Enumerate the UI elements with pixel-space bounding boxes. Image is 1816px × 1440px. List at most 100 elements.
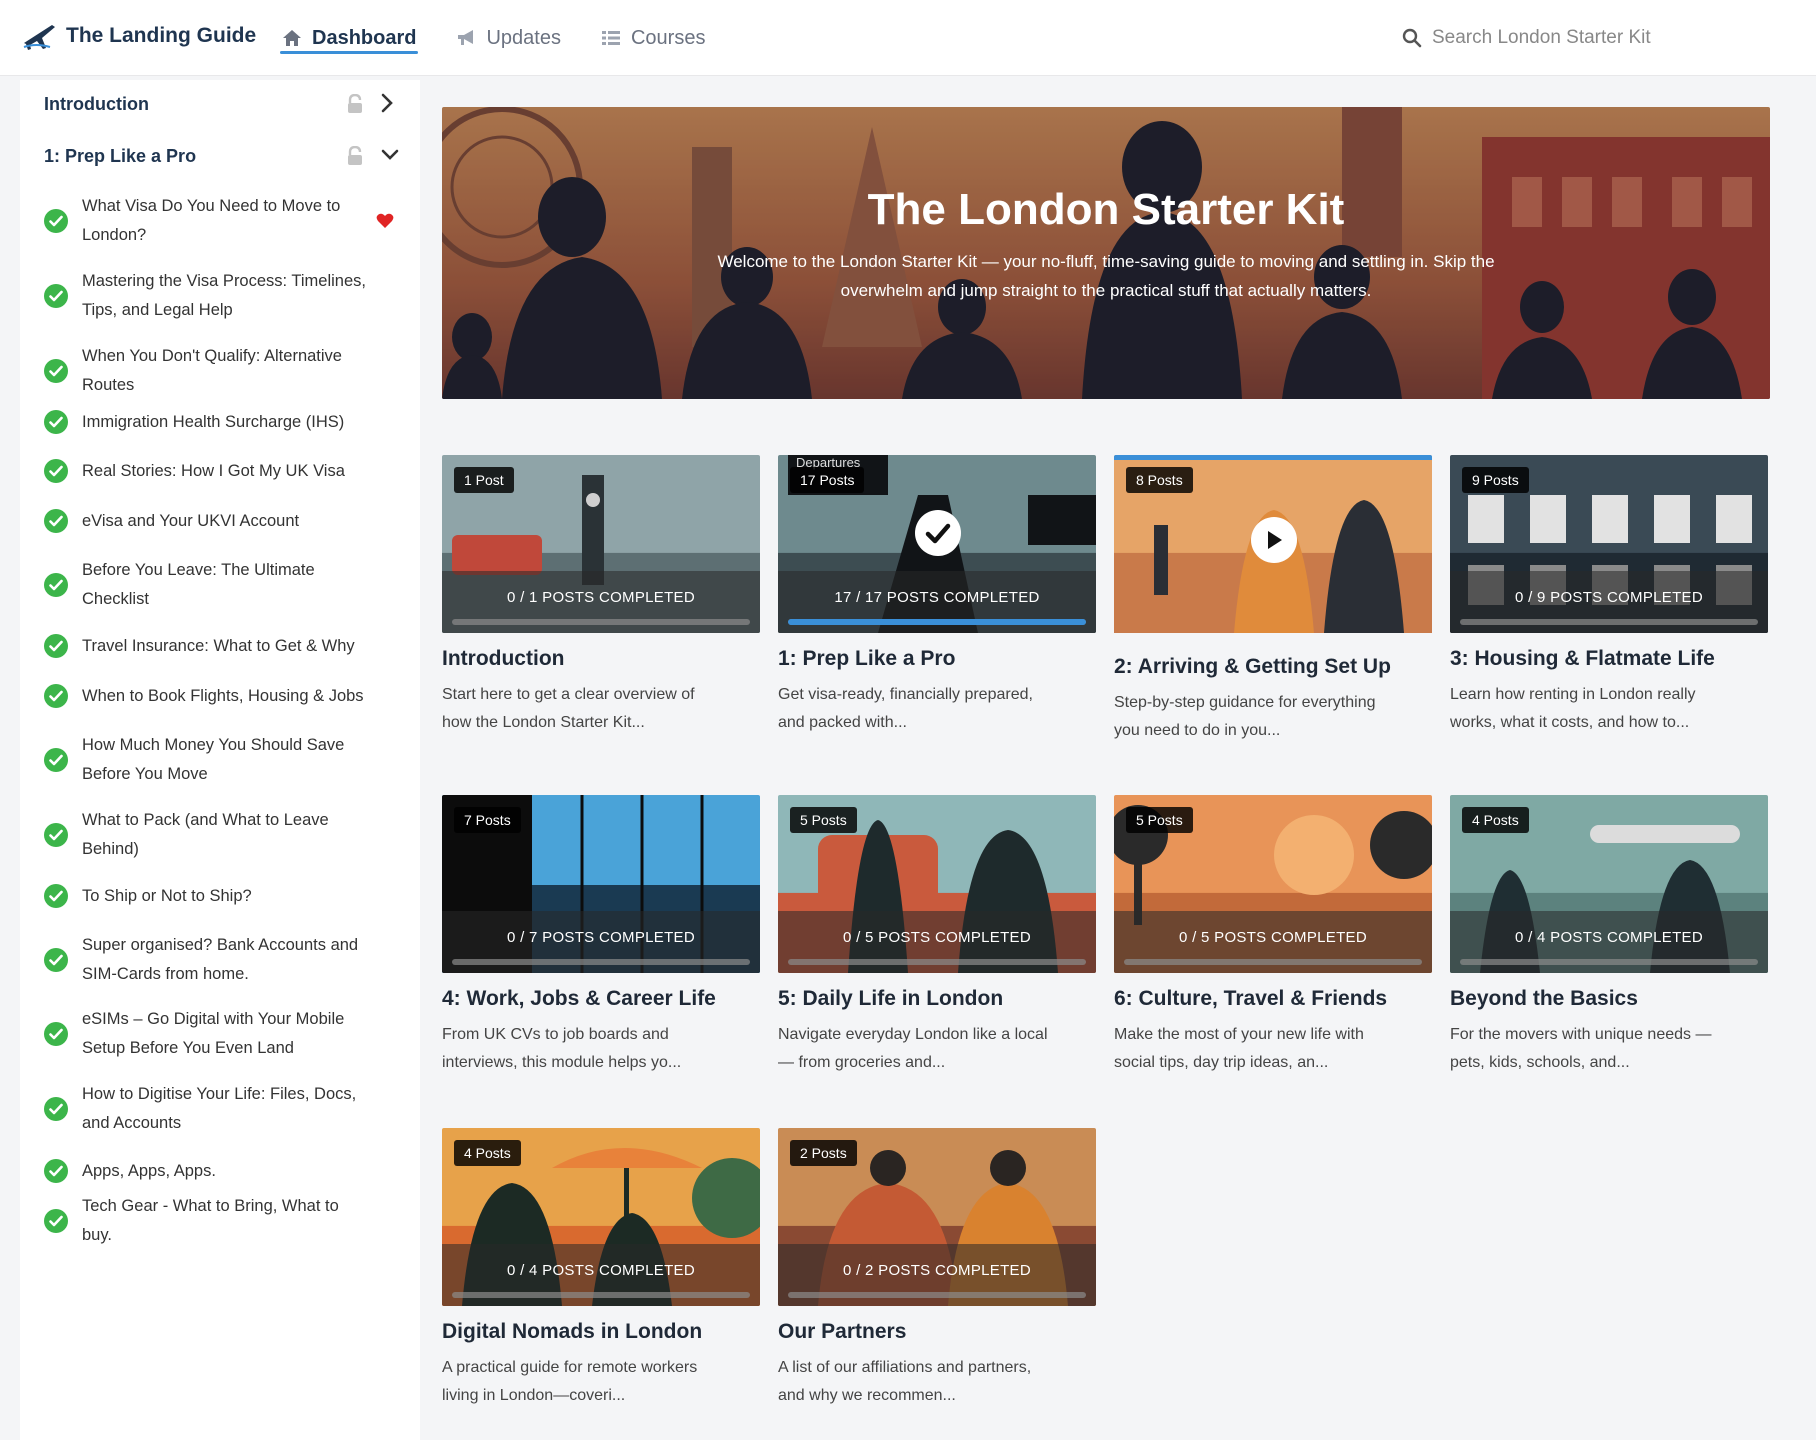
heart-icon[interactable] (376, 213, 394, 229)
course-card[interactable]: 5 Posts 0 / 5 POSTS COMPLETED 6: Culture, … (1114, 795, 1432, 1077)
course-title[interactable]: Introduction (442, 647, 760, 671)
search-input[interactable] (1432, 27, 1752, 49)
course-title[interactable]: Beyond the Basics (1450, 987, 1768, 1011)
check-circle-icon (44, 359, 68, 383)
sidebar-section-prep-like-a-pro[interactable]: 1: Prep Like a Pro (20, 132, 420, 180)
progress-text: 17 / 17 POSTS COMPLETED (834, 589, 1040, 606)
check-circle-icon (44, 634, 68, 658)
course-description: Start here to get a clear overview of ho… (442, 686, 695, 731)
sidebar-lesson-item[interactable]: Super organised? Bank Accounts and SIM-C… (20, 929, 420, 991)
sidebar-lesson-label: How Much Money You Should Save Before Yo… (82, 736, 345, 783)
course-title[interactable]: 2: Arriving & Getting Set Up (1114, 655, 1432, 679)
course-description: Learn how renting in London really works… (1450, 686, 1696, 731)
sidebar-lesson-item[interactable]: What to Pack (and What to Leave Behind) (20, 804, 420, 866)
course-thumbnail[interactable]: 5 Posts 0 / 5 POSTS COMPLETED (778, 795, 1096, 973)
sidebar-lesson-label: To Ship or Not to Ship? (82, 886, 252, 905)
course-title[interactable]: Digital Nomads in London (442, 1320, 760, 1344)
sidebar-section-introduction[interactable]: Introduction (20, 80, 420, 128)
course-card[interactable]: 8 Posts 2: Arriving & Getting Set Up Step-… (1114, 455, 1432, 745)
post-count-badge: 9 Posts (1462, 467, 1529, 493)
sidebar-lesson-item[interactable]: Immigration Health Surcharge (IHS) (20, 405, 420, 439)
sidebar-lesson-item[interactable]: eSIMs – Go Digital with Your Mobile Setu… (20, 1003, 420, 1065)
sidebar-lesson-item[interactable]: When to Book Flights, Housing & Jobs (20, 679, 420, 713)
course-card[interactable]: 2 Posts 0 / 2 POSTS COMPLETED Our Partners… (778, 1128, 1096, 1410)
sidebar-lesson-item[interactable]: Before You Leave: The Ultimate Checklist (20, 554, 420, 616)
sidebar-lesson-item[interactable]: What Visa Do You Need to Move to London? (20, 190, 420, 252)
brand-name: The Landing Guide (66, 24, 257, 47)
progress-text: 0 / 7 POSTS COMPLETED (506, 929, 695, 946)
course-thumbnail[interactable]: 1 Post 0 / 1 POSTS COMPLETED (442, 455, 760, 633)
check-circle-icon (44, 509, 68, 533)
course-thumbnail[interactable]: 7 Posts 0 / 7 POSTS COMPLETED (442, 795, 760, 973)
sidebar-lesson-item[interactable]: Apps, Apps, Apps. (20, 1154, 420, 1188)
sidebar-lesson-item[interactable]: Real Stories: How I Got My UK Visa (20, 454, 420, 488)
sidebar-lesson-label: Super organised? Bank Accounts and SIM-C… (82, 936, 359, 983)
sidebar-lesson-item[interactable]: Travel Insurance: What to Get & Why (20, 629, 420, 663)
course-title[interactable]: 4: Work, Jobs & Career Life (442, 987, 760, 1011)
course-card[interactable]: 9 Posts 0 / 9 POSTS COMPLETED 3: Housing &… (1450, 455, 1768, 737)
course-card[interactable]: 5 Posts 0 / 5 POSTS COMPLETED 5: Daily Lif… (778, 795, 1096, 1077)
progress-text: 0 / 9 POSTS COMPLETED (1514, 589, 1703, 606)
course-title[interactable]: 6: Culture, Travel & Friends (1114, 987, 1432, 1011)
search-bar (1402, 18, 1782, 58)
sidebar-lesson-label: When You Don't Qualify: Alternative Rout… (82, 347, 342, 394)
course-card[interactable]: 4 Posts 0 / 4 POSTS COMPLETED Digital Noma… (442, 1128, 760, 1410)
check-circle-icon (44, 1209, 68, 1233)
course-title[interactable]: 5: Daily Life in London (778, 987, 1096, 1011)
course-card[interactable]: 1 Post 0 / 1 POSTS COMPLETED Introduction S… (442, 455, 760, 737)
check-circle-icon (44, 823, 68, 847)
progress-bar (452, 959, 750, 965)
sidebar-lesson-item[interactable]: When You Don't Qualify: Alternative Rout… (20, 340, 420, 402)
sidebar-lesson-item[interactable]: eVisa and Your UKVI Account (20, 504, 420, 538)
course-title[interactable]: Our Partners (778, 1320, 1096, 1344)
course-card[interactable]: 7 Posts 0 / 7 POSTS COMPLETED 4: Work, Job… (442, 795, 760, 1077)
progress-text: 0 / 2 POSTS COMPLETED (842, 1262, 1031, 1279)
course-thumbnail[interactable]: 5 Posts 0 / 5 POSTS COMPLETED (1114, 795, 1432, 973)
chevron-down-icon[interactable] (380, 144, 400, 166)
sidebar-lesson-label: When to Book Flights, Housing & Jobs (82, 686, 364, 705)
sidebar-lesson-item[interactable]: How to Digitise Your Life: Files, Docs, … (20, 1078, 420, 1140)
check-circle-icon (44, 684, 68, 708)
course-description: For the movers with unique needs — pets,… (1450, 1026, 1712, 1071)
brand[interactable]: The Landing Guide (22, 16, 256, 56)
course-thumbnail[interactable]: 2 Posts 0 / 2 POSTS COMPLETED (778, 1128, 1096, 1306)
course-thumbnail[interactable]: 8 Posts (1114, 455, 1432, 641)
course-thumbnail[interactable]: 9 Posts 0 / 9 POSTS COMPLETED (1450, 455, 1768, 633)
course-description: From UK CVs to job boards and interviews… (442, 1026, 682, 1071)
course-description: A practical guide for remote workers liv… (442, 1359, 698, 1404)
progress-bar (452, 1292, 750, 1298)
sidebar-lesson-item[interactable]: How Much Money You Should Save Before Yo… (20, 729, 420, 791)
course-thumbnail[interactable]: 4 Posts 0 / 4 POSTS COMPLETED (1450, 795, 1768, 973)
hero-title: The London Starter Kit (867, 185, 1345, 234)
check-circle-icon (44, 748, 68, 772)
chevron-right-icon[interactable] (380, 92, 394, 114)
sidebar-lesson-label: What Visa Do You Need to Move to London? (82, 197, 341, 244)
course-thumbnail[interactable]: 4 Posts 0 / 4 POSTS COMPLETED (442, 1128, 760, 1306)
completed-check-icon[interactable] (915, 510, 961, 556)
course-thumbnail[interactable]: Departures 17 Posts 17 / 17 POSTS COMPLETE… (778, 455, 1096, 633)
sidebar-lesson-item[interactable]: To Ship or Not to Ship? (20, 879, 420, 913)
nav-courses[interactable]: Courses (599, 0, 707, 76)
sidebar-section-label: Introduction (44, 93, 149, 114)
course-card[interactable]: Departures 17 Posts 17 / 17 POSTS COMPLETE… (778, 455, 1096, 737)
post-count-badge: 7 Posts (454, 807, 521, 833)
play-icon[interactable] (1251, 517, 1297, 563)
course-description: Navigate everyday London like a local — … (778, 1026, 1048, 1071)
list-icon (601, 31, 620, 45)
progress-bar (788, 1292, 1086, 1298)
sidebar-lesson-label: How to Digitise Your Life: Files, Docs, … (82, 1085, 357, 1132)
course-title[interactable]: 1: Prep Like a Pro (778, 647, 1096, 671)
sidebar-lesson-label: Tech Gear - What to Bring, What to buy. (82, 1197, 339, 1244)
progress-bar (1124, 959, 1422, 965)
sidebar-lesson-label: What to Pack (and What to Leave Behind) (82, 811, 329, 858)
check-circle-icon (44, 209, 68, 233)
check-circle-icon (44, 1159, 68, 1183)
course-card[interactable]: 4 Posts 0 / 4 POSTS COMPLETED Beyond the B… (1450, 795, 1768, 1077)
megaphone-icon (458, 30, 474, 45)
nav-dashboard[interactable]: Dashboard (280, 0, 419, 76)
top-navigation-bar: The Landing Guide Dashboard Updates Cour… (0, 0, 1816, 76)
course-title[interactable]: 3: Housing & Flatmate Life (1450, 647, 1768, 671)
sidebar-lesson-item[interactable]: Mastering the Visa Process: Timelines, T… (20, 265, 420, 327)
sidebar-lesson-item[interactable]: Tech Gear - What to Bring, What to buy. (20, 1197, 420, 1244)
nav-updates[interactable]: Updates (454, 0, 563, 76)
